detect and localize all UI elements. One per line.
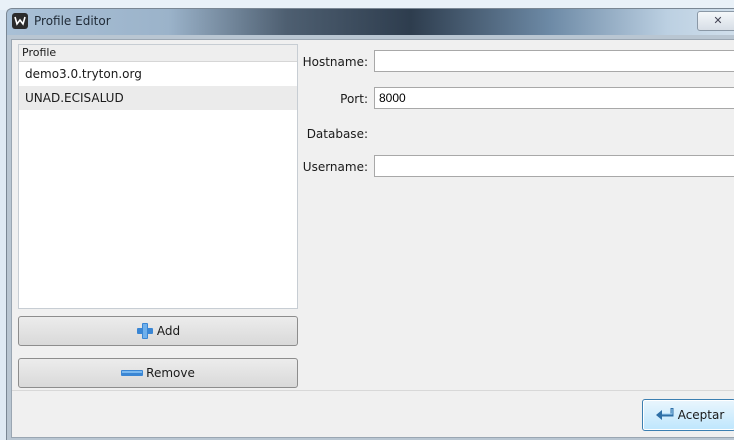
tryton-logo-icon (12, 13, 28, 29)
profile-editor-window: Profile Editor ✕ Profile demo3.0.tryton.… (6, 8, 734, 440)
port-label: Port: (340, 92, 368, 106)
profile-column-header[interactable]: Profile (19, 45, 297, 62)
close-button[interactable]: ✕ (697, 11, 734, 31)
remove-button-label: Remove (146, 366, 195, 380)
add-button-label: Add (156, 324, 181, 338)
remove-profile-button[interactable]: Remove (18, 358, 298, 388)
database-label: Database: (306, 127, 368, 141)
window-title: Profile Editor (34, 14, 111, 28)
accept-button-label: Aceptar (677, 408, 725, 422)
footer-divider (12, 390, 734, 391)
plus-icon (136, 322, 154, 340)
minus-icon (121, 369, 144, 377)
accept-button[interactable]: Aceptar (642, 399, 734, 431)
profile-list[interactable]: Profile demo3.0.tryton.org UNAD.ECISALUD (18, 44, 298, 309)
username-label: Username: (302, 160, 368, 174)
title-bar[interactable]: Profile Editor ✕ (7, 9, 734, 35)
return-arrow-icon (654, 406, 676, 424)
hostname-input[interactable] (374, 50, 734, 72)
list-item[interactable]: demo3.0.tryton.org (19, 62, 297, 86)
username-input[interactable] (374, 155, 734, 177)
list-item[interactable]: UNAD.ECISALUD (19, 86, 297, 110)
add-profile-button[interactable]: Add (18, 316, 298, 346)
port-input[interactable] (374, 87, 734, 109)
hostname-label: Hostname: (302, 55, 368, 69)
dialog-body: Profile demo3.0.tryton.org UNAD.ECISALUD… (11, 39, 734, 438)
